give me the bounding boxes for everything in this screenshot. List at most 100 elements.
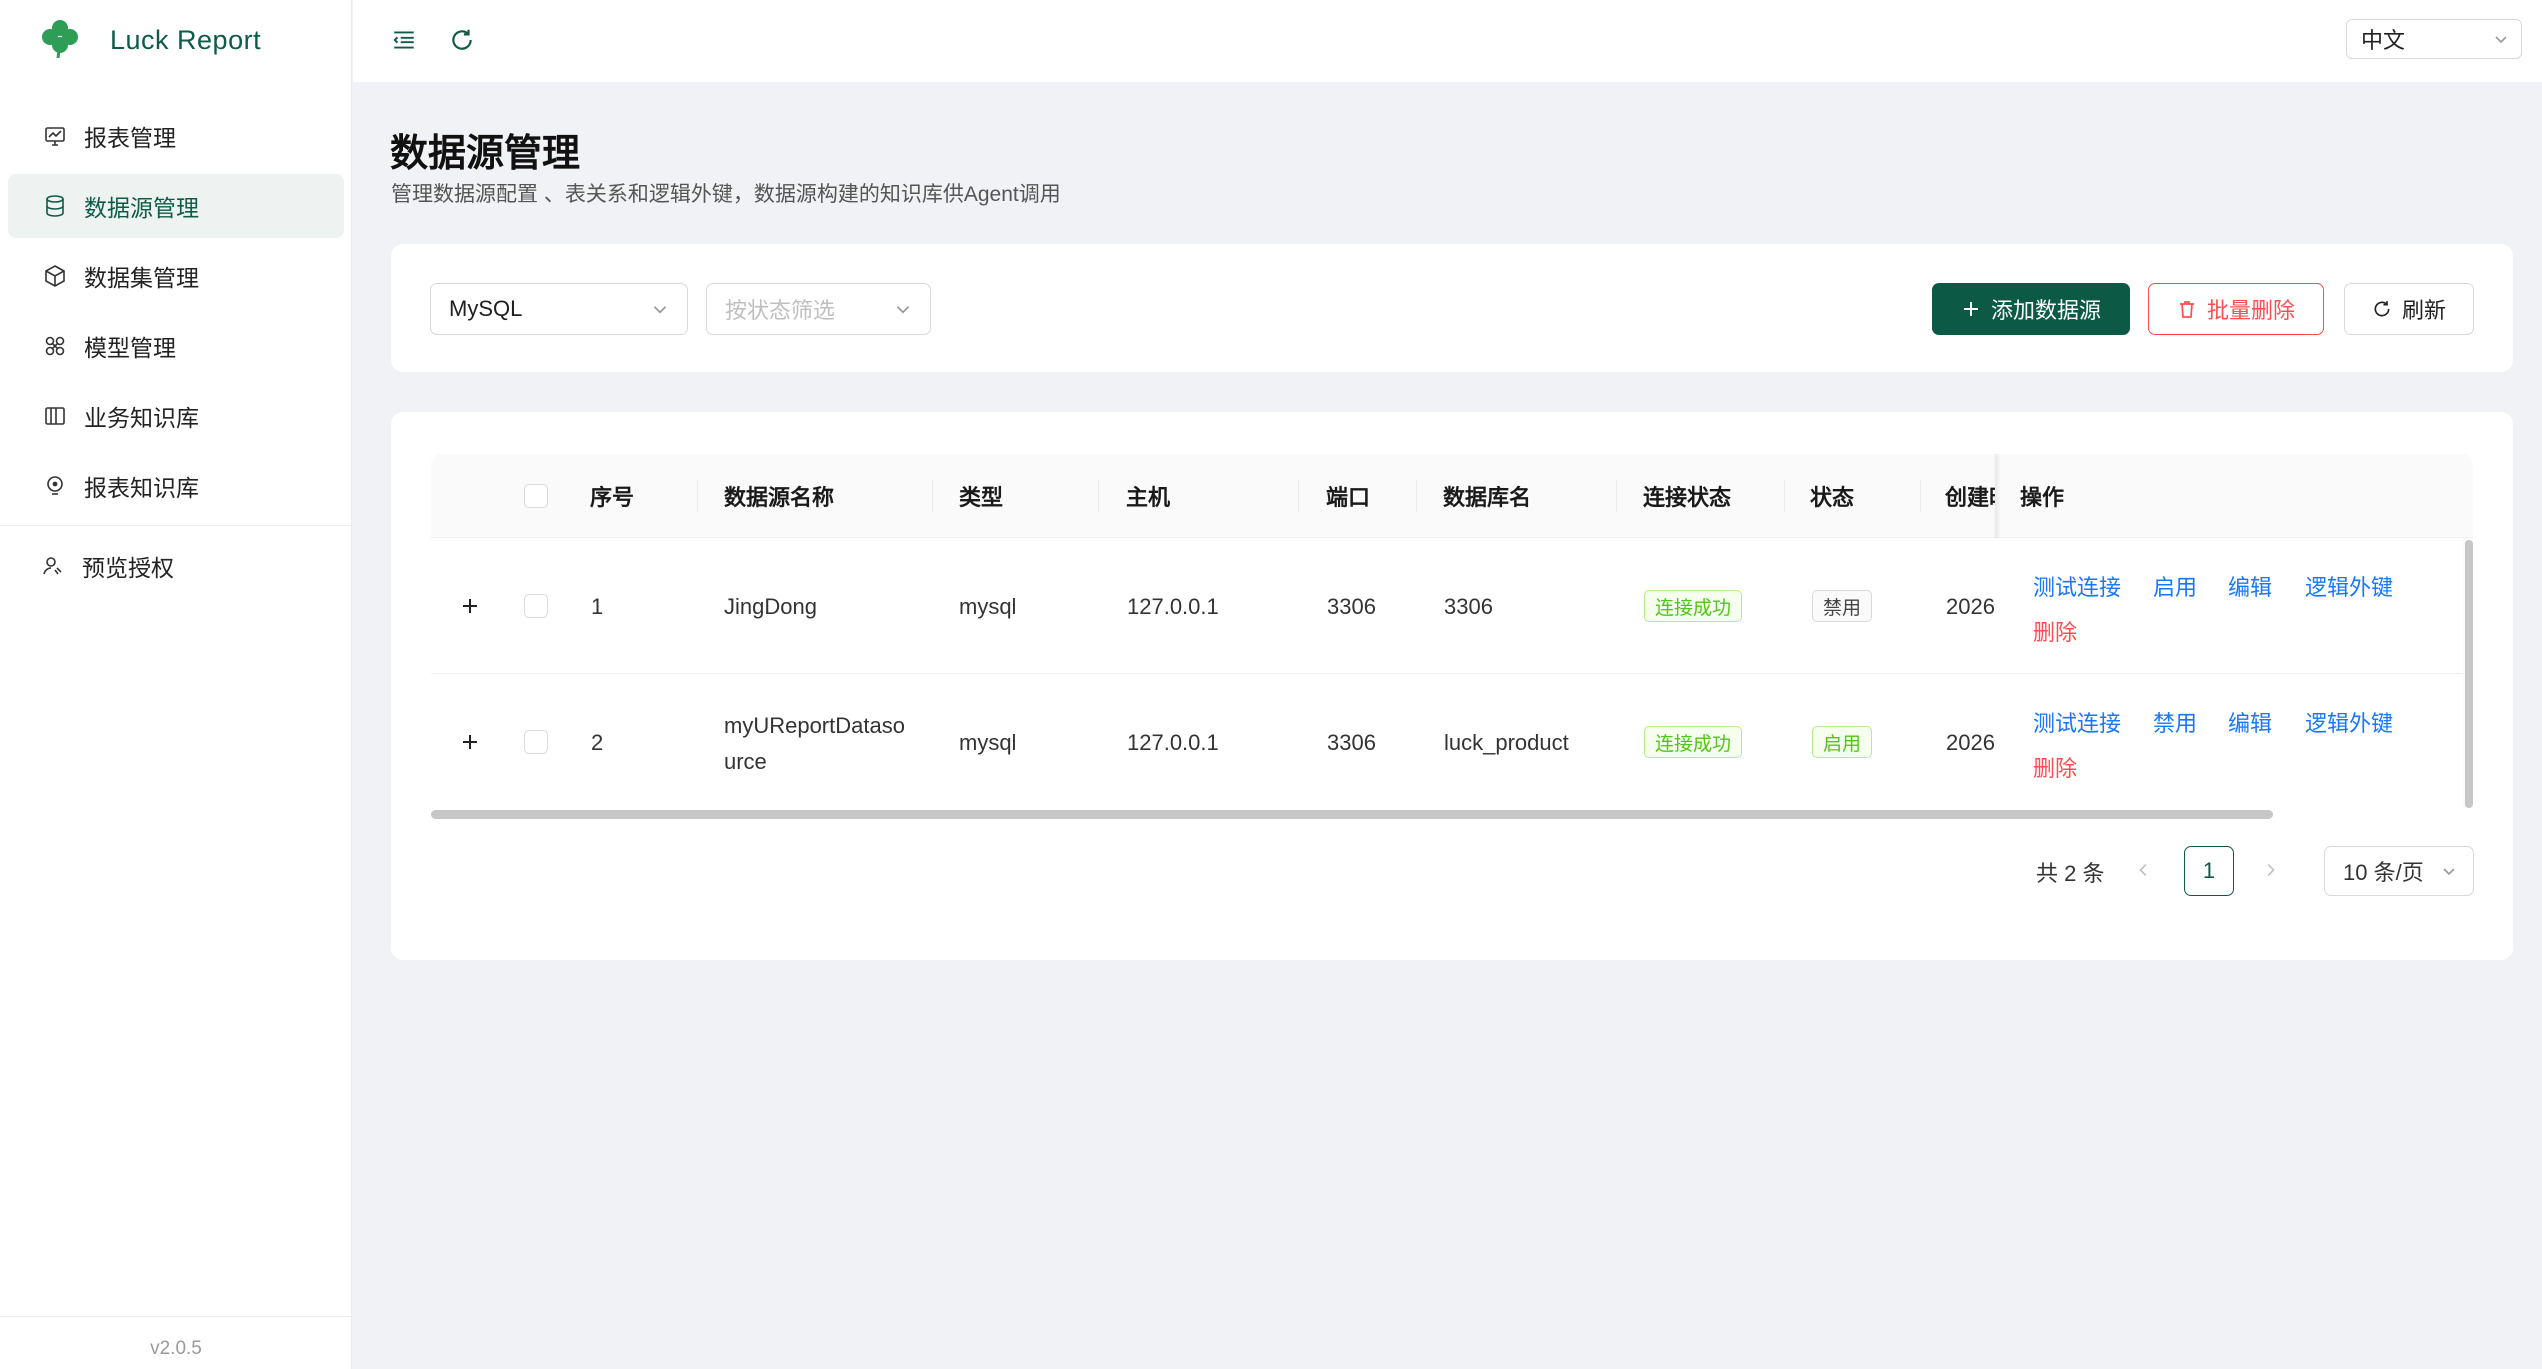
column-header-status[interactable]: 状态 <box>1810 454 1854 538</box>
test-connection-link[interactable]: 测试连接 <box>2033 570 2121 602</box>
column-header-connection-status[interactable]: 连接状态 <box>1643 454 1731 538</box>
column-header-name[interactable]: 数据源名称 <box>724 454 834 538</box>
column-header-actions: 操作 <box>2020 485 2065 510</box>
sidebar-item-label: 预览授权 <box>82 555 174 581</box>
row-checkbox[interactable] <box>524 594 548 618</box>
sidebar-item-model-management[interactable]: 模型管理 <box>8 314 344 378</box>
prev-page-icon[interactable] <box>2126 852 2162 888</box>
chevron-down-icon <box>2491 29 2511 55</box>
reload-icon[interactable] <box>442 20 482 60</box>
connection-status-badge: 连接成功 <box>1644 590 1743 622</box>
chart-icon <box>42 123 68 149</box>
column-separator <box>1616 480 1617 512</box>
column-separator <box>1416 480 1417 512</box>
batch-delete-button[interactable]: 批量删除 <box>2148 283 2324 335</box>
chevron-down-icon <box>892 298 914 326</box>
cell-created: 2026 <box>1946 730 1995 755</box>
reload-icon <box>2372 299 2392 319</box>
cell-host: 127.0.0.1 <box>1127 594 1219 619</box>
cell-index: 2 <box>591 730 604 755</box>
cell-database: luck_product <box>1444 730 1569 755</box>
model-icon <box>42 333 68 359</box>
column-header-index[interactable]: 序号 <box>590 454 634 538</box>
sidebar-item-label: 报表管理 <box>84 125 176 151</box>
column-header-host[interactable]: 主机 <box>1126 454 1170 538</box>
sidebar-divider <box>0 525 352 526</box>
cell-database: 3306 <box>1444 594 1493 619</box>
cell-host: 127.0.0.1 <box>1127 730 1219 755</box>
language-select[interactable]: 中文 <box>2346 19 2522 59</box>
delete-link[interactable]: 删除 <box>2033 751 2077 783</box>
type-select-value: MySQL <box>449 296 523 321</box>
row-checkbox[interactable] <box>524 730 548 754</box>
sidebar-item-datasource-management[interactable]: 数据源管理 <box>8 174 344 238</box>
page-title: 数据源管理 <box>390 133 581 175</box>
column-separator <box>1298 480 1299 512</box>
top-header <box>353 0 2542 82</box>
database-icon <box>42 193 68 219</box>
bulb-icon <box>42 473 68 499</box>
vertical-scrollbar[interactable] <box>2465 540 2473 808</box>
column-separator <box>1920 480 1921 512</box>
sidebar-item-business-knowledge[interactable]: 业务知识库 <box>8 384 344 448</box>
cell-port: 3306 <box>1327 594 1376 619</box>
edit-link[interactable]: 编辑 <box>2228 570 2272 602</box>
app-logo[interactable]: Luck Report <box>38 18 261 62</box>
row-divider <box>431 673 1995 674</box>
sidebar-item-dataset-management[interactable]: 数据集管理 <box>8 244 344 308</box>
cell-index: 1 <box>591 594 604 619</box>
column-header-port[interactable]: 端口 <box>1326 454 1370 538</box>
cell-port: 3306 <box>1327 730 1376 755</box>
cell-connection-status: 连接成功 <box>1644 726 1743 758</box>
column-separator <box>1098 480 1099 512</box>
pagination-page-1[interactable]: 1 <box>2184 846 2234 896</box>
user-key-icon <box>40 553 66 579</box>
sidebar-item-label: 模型管理 <box>84 335 176 361</box>
test-connection-link[interactable]: 测试连接 <box>2033 706 2121 738</box>
cell-created: 2026 <box>1946 594 1995 619</box>
status-filter-select[interactable]: 按状态筛选 <box>706 283 931 335</box>
sidebar-item-report-knowledge[interactable]: 报表知识库 <box>8 454 344 518</box>
select-all-checkbox[interactable] <box>524 484 548 508</box>
app-version: v2.0.5 <box>150 1338 202 1359</box>
status-badge: 启用 <box>1812 726 1873 758</box>
row-expand-icon[interactable] <box>455 591 485 621</box>
language-value: 中文 <box>2361 28 2406 53</box>
page-size-select[interactable]: 10 条/页 <box>2324 846 2474 896</box>
disable-link[interactable]: 禁用 <box>2153 706 2197 738</box>
add-datasource-label: 添加数据源 <box>1990 298 2101 323</box>
column-header-database[interactable]: 数据库名 <box>1443 454 1531 538</box>
collapse-sidebar-icon[interactable] <box>384 20 424 60</box>
row-checkbox-cell <box>524 730 548 754</box>
status-filter-placeholder: 按状态筛选 <box>725 298 836 323</box>
next-page-icon[interactable] <box>2252 852 2288 888</box>
cell-datasource-name: JingDong <box>724 594 817 619</box>
logical-foreign-key-link[interactable]: 逻辑外键 <box>2305 570 2393 602</box>
sidebar-item-preview-license[interactable]: 预览授权 <box>4 534 340 598</box>
page-description: 管理数据源配置 、表关系和逻辑外键，数据源构建的知识库供Agent调用 <box>391 183 1061 206</box>
add-datasource-button[interactable]: 添加数据源 <box>1932 283 2130 335</box>
cell-connection-status: 连接成功 <box>1644 590 1743 622</box>
cube-icon <box>42 263 68 289</box>
datasource-name-line: urce <box>724 749 767 774</box>
sidebar-item-report-management[interactable]: 报表管理 <box>8 104 344 168</box>
edit-link[interactable]: 编辑 <box>2228 706 2272 738</box>
datasource-name-line: myUReportDataso <box>724 713 905 738</box>
row-expand-icon[interactable] <box>455 727 485 757</box>
status-badge: 禁用 <box>1812 590 1873 622</box>
chevron-down-icon <box>2439 861 2459 887</box>
datasource-type-select[interactable]: MySQL <box>430 283 688 335</box>
row-checkbox-cell <box>524 594 548 618</box>
sidebar-item-label: 数据集管理 <box>84 265 199 291</box>
column-separator <box>1784 480 1785 512</box>
column-header-type[interactable]: 类型 <box>959 454 1003 538</box>
refresh-button[interactable]: 刷新 <box>2344 283 2474 335</box>
sidebar-item-label: 报表知识库 <box>84 475 199 501</box>
enable-link[interactable]: 启用 <box>2153 570 2197 602</box>
cell-type: mysql <box>959 730 1017 755</box>
logical-foreign-key-link[interactable]: 逻辑外键 <box>2305 706 2393 738</box>
horizontal-scrollbar[interactable] <box>431 810 2273 819</box>
batch-delete-label: 批量删除 <box>2206 298 2295 323</box>
column-header-created[interactable]: 创建时 <box>1945 454 1995 538</box>
delete-link[interactable]: 删除 <box>2033 615 2077 647</box>
